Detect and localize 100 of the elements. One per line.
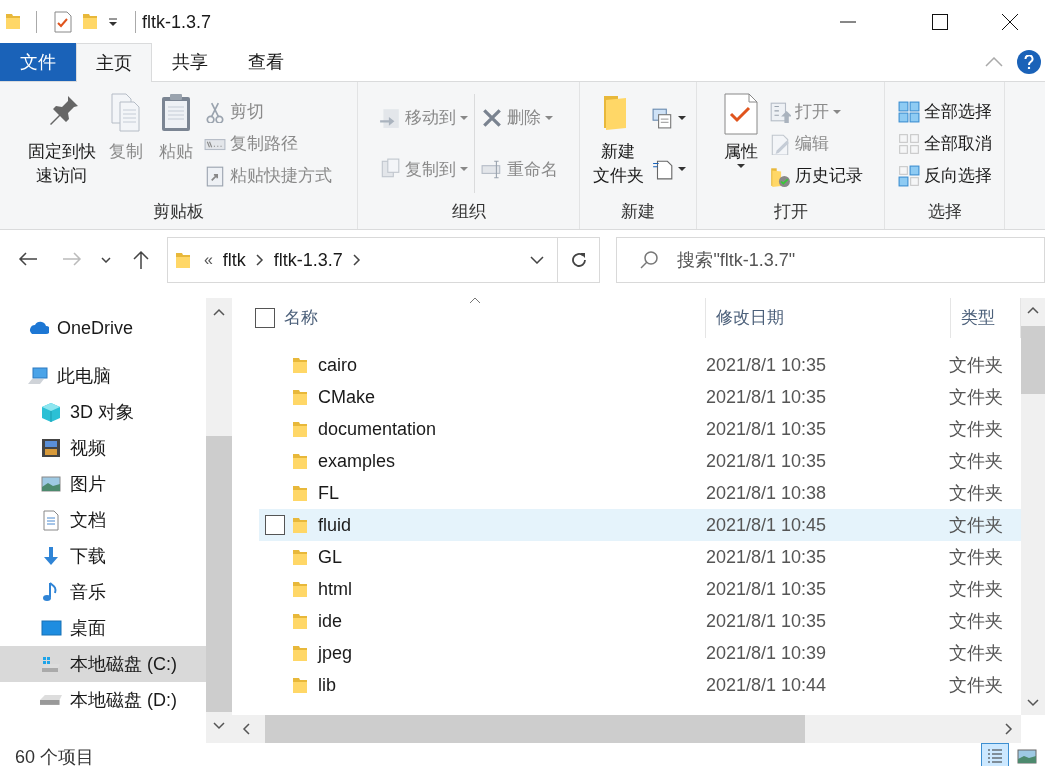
folder-icon xyxy=(293,387,307,407)
caret-icon xyxy=(460,167,468,172)
column-header[interactable]: 名称 xyxy=(275,298,706,338)
scrollbar-thumb[interactable] xyxy=(265,715,805,743)
drive-icon xyxy=(40,695,62,705)
sidebar-item[interactable]: 图片 xyxy=(0,466,206,502)
select-all-checkbox[interactable] xyxy=(255,308,275,328)
ribbon-button[interactable]: 全部选择 xyxy=(897,96,992,127)
scrollbar[interactable] xyxy=(1021,298,1045,715)
file-row[interactable]: html 2021/8/1 10:35 文件夹 xyxy=(259,573,1021,605)
ribbon-button[interactable]: 反向选择 xyxy=(897,160,992,191)
properties-icon[interactable] xyxy=(53,11,73,33)
cube-icon xyxy=(40,401,62,423)
sidebar-item[interactable]: OneDrive xyxy=(0,310,206,346)
file-name: ide xyxy=(318,609,344,633)
folder-icon[interactable] xyxy=(83,13,97,31)
overflow-chevron[interactable]: « xyxy=(203,248,213,272)
sidebar-item[interactable]: 本地磁盘 (D:) xyxy=(0,682,206,718)
ribbon-button[interactable]: 全部取消 xyxy=(897,128,992,159)
scrollbar[interactable] xyxy=(206,298,232,743)
collapse-ribbon-icon[interactable] xyxy=(985,57,1003,67)
sidebar-item[interactable]: 下载 xyxy=(0,538,206,574)
file-row[interactable]: fluid 2021/8/1 10:45 文件夹 xyxy=(259,509,1021,541)
file-row[interactable]: lib 2021/8/1 10:44 文件夹 xyxy=(259,669,1021,701)
file-name: examples xyxy=(318,449,397,473)
ribbon-tab[interactable]: 主页 xyxy=(76,43,152,82)
breadcrumb[interactable]: fltk-1.3.7 xyxy=(273,246,343,274)
scrollbar-thumb[interactable] xyxy=(206,436,232,712)
group-label: 组织 xyxy=(450,201,487,223)
folder-icon xyxy=(175,250,190,270)
ribbon-button[interactable]: 固定到快 速访问 xyxy=(25,88,98,188)
group-label: 剪贴板 xyxy=(152,201,205,223)
easy-access-icon xyxy=(651,158,674,181)
file-date: 2021/8/1 10:45 xyxy=(706,513,828,537)
customize-dropdown-icon[interactable] xyxy=(107,16,119,28)
ribbon-button[interactable]: 历史记录 xyxy=(768,160,863,191)
ribbon-tab[interactable]: 查看 xyxy=(228,43,304,81)
group-label: 选择 xyxy=(926,201,963,223)
file-row[interactable]: CMake 2021/8/1 10:35 文件夹 xyxy=(259,381,1021,413)
scroll-down-icon xyxy=(213,722,225,730)
folder-icon xyxy=(293,419,307,439)
file-row[interactable]: examples 2021/8/1 10:35 文件夹 xyxy=(259,445,1021,477)
sidebar-item[interactable]: 3D 对象 xyxy=(0,394,206,430)
scrollbar[interactable] xyxy=(232,715,1021,743)
file-row[interactable]: GL 2021/8/1 10:35 文件夹 xyxy=(259,541,1021,573)
file-date: 2021/8/1 10:35 xyxy=(706,545,828,569)
row-checkbox[interactable] xyxy=(265,515,285,535)
file-type: 文件夹 xyxy=(949,385,1003,409)
help-button[interactable] xyxy=(1017,50,1041,74)
ribbon-tab[interactable]: 共享 xyxy=(152,43,228,81)
rename-icon xyxy=(481,158,503,181)
address-bar[interactable]: « fltk fltk-1.3.7 xyxy=(166,237,601,283)
sidebar-item[interactable]: 音乐 xyxy=(0,574,206,610)
sidebar-item[interactable]: 视频 xyxy=(0,430,206,466)
file-name: cairo xyxy=(318,353,358,377)
search-field[interactable]: 搜索"fltk-1.3.7" xyxy=(616,237,1045,283)
file-row[interactable]: FL 2021/8/1 10:38 文件夹 xyxy=(259,477,1021,509)
caret-icon xyxy=(736,164,745,168)
folder-icon xyxy=(293,483,307,503)
scroll-up-icon xyxy=(213,308,225,316)
file-row[interactable]: ide 2021/8/1 10:35 文件夹 xyxy=(259,605,1021,637)
breadcrumb[interactable]: fltk xyxy=(222,246,246,274)
caret-icon xyxy=(832,109,841,114)
ribbon-button[interactable]: 属性 xyxy=(718,88,763,168)
sidebar-item[interactable]: 文档 xyxy=(0,502,206,538)
file-date: 2021/8/1 10:38 xyxy=(706,481,828,505)
document-icon xyxy=(40,509,62,531)
sidebar-item[interactable]: 本地磁盘 (C:) xyxy=(0,646,206,682)
column-header[interactable]: 修改日期 xyxy=(706,298,951,338)
caret-icon xyxy=(677,115,686,120)
caret-icon xyxy=(545,115,553,120)
folder-icon xyxy=(293,675,307,695)
desktop-icon xyxy=(40,617,62,639)
file-menu-tab[interactable]: 文件 xyxy=(0,43,76,81)
file-type: 文件夹 xyxy=(949,641,1003,665)
scroll-right-icon xyxy=(1005,723,1013,735)
file-row[interactable]: jpeg 2021/8/1 10:39 文件夹 xyxy=(259,637,1021,669)
folder-icon xyxy=(293,579,307,599)
ribbon-button[interactable]: 新建 文件夹 xyxy=(590,88,646,188)
thumbnails-view-icon xyxy=(1016,746,1038,766)
file-row[interactable]: cairo 2021/8/1 10:35 文件夹 xyxy=(259,349,1021,381)
file-date: 2021/8/1 10:35 xyxy=(706,577,828,601)
file-type: 文件夹 xyxy=(949,609,1003,633)
scrollbar-thumb[interactable] xyxy=(1021,326,1045,394)
file-type: 文件夹 xyxy=(949,353,1003,377)
file-type: 文件夹 xyxy=(949,449,1003,473)
chevron-right-icon xyxy=(352,254,361,266)
sidebar-item[interactable]: 桌面 xyxy=(0,610,206,646)
file-date: 2021/8/1 10:35 xyxy=(706,385,828,409)
view-button[interactable] xyxy=(981,743,1009,766)
sidebar-item[interactable]: 此电脑 xyxy=(0,358,206,394)
film-icon xyxy=(40,437,62,459)
minimize-icon xyxy=(840,21,856,23)
folder-icon[interactable] xyxy=(6,13,20,31)
file-row[interactable]: documentation 2021/8/1 10:35 文件夹 xyxy=(259,413,1021,445)
group-label: 打开 xyxy=(772,201,809,223)
search-input[interactable]: 搜索"fltk-1.3.7" xyxy=(677,246,1044,274)
question-mark-icon xyxy=(1024,55,1034,69)
chevron-right-icon xyxy=(255,254,264,266)
move-to-icon xyxy=(379,106,401,129)
